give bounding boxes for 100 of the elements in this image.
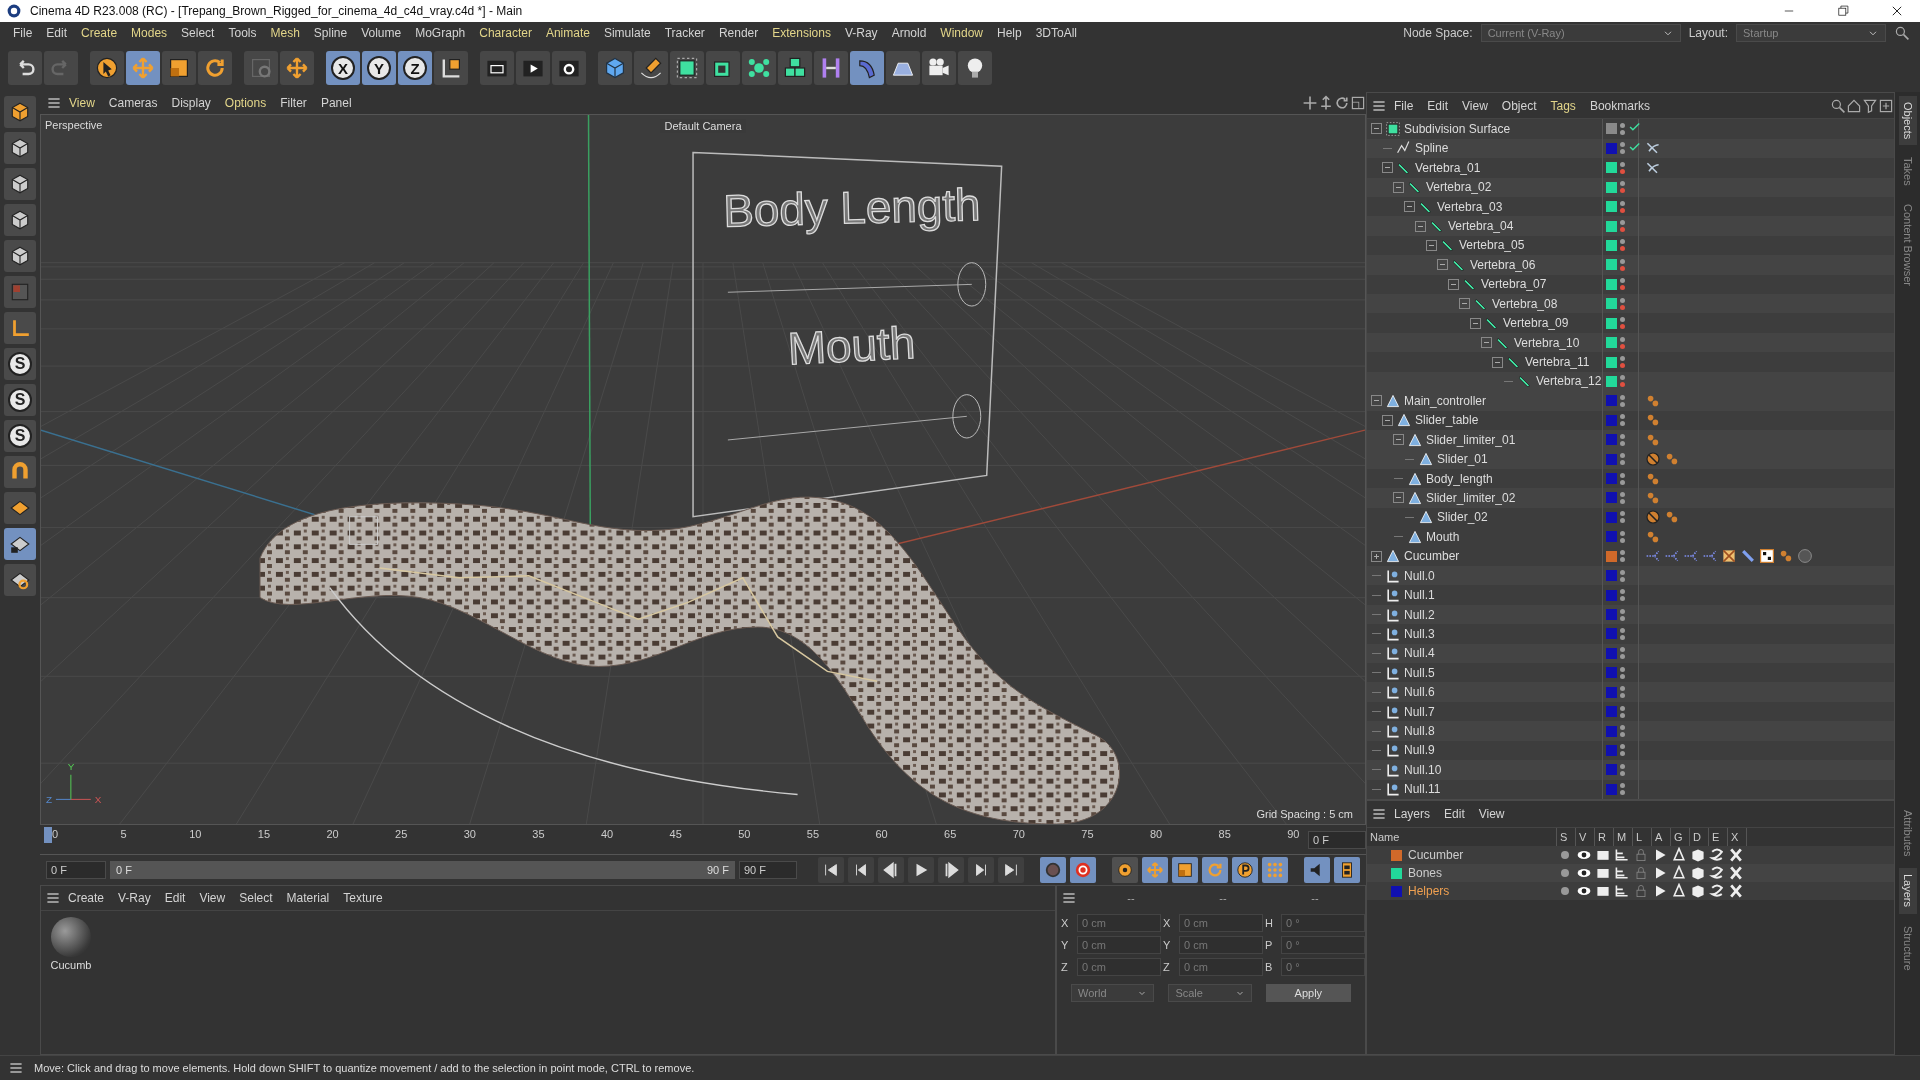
objects-menu-item[interactable]: Object bbox=[1494, 98, 1544, 113]
object-name[interactable]: Slider_table bbox=[1415, 413, 1479, 428]
object-name[interactable]: Body_length bbox=[1426, 471, 1493, 486]
layer-name[interactable]: Cucumber bbox=[1408, 848, 1464, 862]
menu-item[interactable]: V-Ray bbox=[837, 26, 885, 40]
menu-item[interactable]: Tools bbox=[221, 26, 264, 40]
menu-item[interactable]: Edit bbox=[39, 26, 75, 40]
material-menu-item[interactable]: Texture bbox=[336, 891, 390, 905]
menu-item[interactable]: Select bbox=[174, 26, 222, 40]
object-name[interactable]: Vertebra_02 bbox=[1426, 180, 1492, 195]
menu-item[interactable]: Tracker bbox=[657, 26, 712, 40]
start-frame-field[interactable]: 0 F bbox=[46, 861, 106, 879]
objects-menu-item[interactable]: Bookmarks bbox=[1582, 98, 1657, 113]
menu-item[interactable]: Extensions bbox=[765, 26, 838, 40]
object-name[interactable]: Slider_02 bbox=[1437, 510, 1488, 525]
material-menu-item[interactable]: Create bbox=[61, 891, 112, 905]
layers-menu-item[interactable]: View bbox=[1471, 807, 1512, 821]
layers-menu-item[interactable]: Edit bbox=[1437, 807, 1472, 821]
viewport-menu-item[interactable]: Display bbox=[164, 96, 218, 110]
objects-menu-item[interactable]: File bbox=[1387, 98, 1421, 113]
menu-item[interactable]: Volume bbox=[354, 26, 409, 40]
side-tab[interactable]: Takes bbox=[1898, 151, 1917, 193]
viewport-menu-item[interactable]: Filter bbox=[273, 96, 314, 110]
frame-range-slider[interactable]: 0 F 90 F bbox=[110, 861, 735, 879]
menu-item[interactable]: Simulate bbox=[596, 26, 658, 40]
object-name[interactable]: Vertebra_12 bbox=[1536, 374, 1602, 389]
menu-item[interactable]: Arnold bbox=[884, 26, 934, 40]
menu-item[interactable]: MoGraph bbox=[408, 26, 473, 40]
material-menu-item[interactable]: View bbox=[192, 891, 233, 905]
menu-item[interactable]: Create bbox=[74, 26, 125, 40]
menu-item[interactable]: Render bbox=[711, 26, 766, 40]
object-name[interactable]: Vertebra_10 bbox=[1514, 335, 1580, 350]
object-name[interactable]: Slider_limiter_02 bbox=[1426, 490, 1516, 505]
object-name[interactable]: Null.4 bbox=[1404, 646, 1435, 661]
object-name[interactable]: Null.3 bbox=[1404, 626, 1435, 641]
layers-menu-item[interactable]: Layers bbox=[1387, 807, 1438, 821]
3d-viewport[interactable]: Perspective Default Camera Body Length Mouth Y Z X Grid Spacing : 5 cm bbox=[40, 114, 1366, 825]
object-name[interactable]: Null.0 bbox=[1404, 568, 1435, 583]
menu-item[interactable]: Help bbox=[990, 26, 1029, 40]
apply-button[interactable]: Apply bbox=[1265, 984, 1351, 1002]
snap-button[interactable]: S bbox=[4, 348, 36, 380]
object-name[interactable]: Mouth bbox=[1426, 529, 1460, 544]
object-name[interactable]: Vertebra_06 bbox=[1470, 257, 1536, 272]
object-name[interactable]: Null.10 bbox=[1404, 762, 1442, 777]
object-name[interactable]: Main_controller bbox=[1404, 393, 1487, 408]
object-name[interactable]: Vertebra_07 bbox=[1481, 277, 1547, 292]
menu-item[interactable]: File bbox=[6, 26, 40, 40]
object-name[interactable]: Spline bbox=[1415, 141, 1449, 156]
menu-item[interactable]: Mesh bbox=[263, 26, 307, 40]
object-name[interactable]: Null.5 bbox=[1404, 665, 1435, 680]
side-tab[interactable]: Structure bbox=[1898, 919, 1917, 977]
menu-item[interactable]: Spline bbox=[306, 26, 355, 40]
object-name[interactable]: Null.2 bbox=[1404, 607, 1435, 622]
object-name[interactable]: Null.1 bbox=[1404, 588, 1435, 603]
end-frame-field[interactable]: 90 F bbox=[739, 861, 797, 879]
side-tab[interactable]: Content Browser bbox=[1898, 198, 1917, 292]
side-tab[interactable]: Layers bbox=[1898, 868, 1917, 914]
menu-item[interactable]: Window bbox=[933, 26, 990, 40]
axis-lock-button[interactable]: X bbox=[326, 51, 360, 85]
objects-menu-item[interactable]: Tags bbox=[1543, 98, 1583, 113]
object-name[interactable]: Cucumber bbox=[1404, 549, 1460, 564]
menu-item[interactable]: Modes bbox=[124, 26, 175, 40]
objects-menu-item[interactable]: View bbox=[1455, 98, 1495, 113]
timeline-ruler[interactable]: 0 5 10 15 20 25 30 35 40 45 50 55 60 65 70 75 80 85 90 bbox=[54, 825, 1308, 854]
object-name[interactable]: Subdivision Surface bbox=[1404, 121, 1511, 136]
object-name[interactable]: Vertebra_08 bbox=[1492, 296, 1558, 311]
axis-lock-button[interactable]: Y bbox=[362, 51, 396, 85]
axis-lock-button[interactable]: Z bbox=[398, 51, 432, 85]
material-menu-item[interactable]: Select bbox=[232, 891, 280, 905]
menu-item[interactable]: Animate bbox=[538, 26, 597, 40]
object-name[interactable]: Vertebra_03 bbox=[1437, 199, 1503, 214]
material-menu-item[interactable]: V-Ray bbox=[111, 891, 158, 905]
side-tab[interactable]: Attributes bbox=[1898, 804, 1917, 863]
menu-item[interactable]: 3DToAll bbox=[1028, 26, 1085, 40]
layer-name[interactable]: Bones bbox=[1408, 866, 1443, 880]
viewport-menu-item[interactable]: Panel bbox=[313, 96, 359, 110]
object-name[interactable]: Null.7 bbox=[1404, 704, 1435, 719]
object-name[interactable]: Null.9 bbox=[1404, 743, 1435, 758]
object-name[interactable]: Vertebra_04 bbox=[1448, 219, 1514, 234]
current-frame-field[interactable]: 0 F bbox=[1308, 830, 1366, 849]
object-name[interactable]: Null.8 bbox=[1404, 724, 1435, 739]
object-name[interactable]: Slider_limiter_01 bbox=[1426, 432, 1516, 447]
material-menu-item[interactable]: Edit bbox=[157, 891, 193, 905]
viewport-menu-item[interactable]: View bbox=[62, 96, 102, 110]
object-name[interactable]: Slider_01 bbox=[1437, 452, 1488, 467]
side-tab[interactable]: Objects bbox=[1898, 96, 1917, 146]
snap-button[interactable]: S bbox=[4, 420, 36, 452]
object-name[interactable]: Vertebra_11 bbox=[1525, 355, 1590, 369]
objects-menu-item[interactable]: Edit bbox=[1420, 98, 1456, 113]
viewport-menu-item[interactable]: Options bbox=[217, 96, 274, 110]
menu-item[interactable]: Character bbox=[472, 26, 539, 40]
snap-button[interactable]: S bbox=[4, 384, 36, 416]
object-name[interactable]: Null.11 bbox=[1404, 782, 1441, 797]
layer-name[interactable]: Helpers bbox=[1408, 884, 1450, 898]
object-name[interactable]: Vertebra_01 bbox=[1415, 160, 1481, 175]
material-menu-item[interactable]: Material bbox=[279, 891, 337, 905]
viewport-menu-item[interactable]: Cameras bbox=[101, 96, 165, 110]
object-name[interactable]: Vertebra_09 bbox=[1503, 316, 1569, 331]
object-name[interactable]: Null.6 bbox=[1404, 685, 1435, 700]
object-name[interactable]: Vertebra_05 bbox=[1459, 238, 1525, 253]
